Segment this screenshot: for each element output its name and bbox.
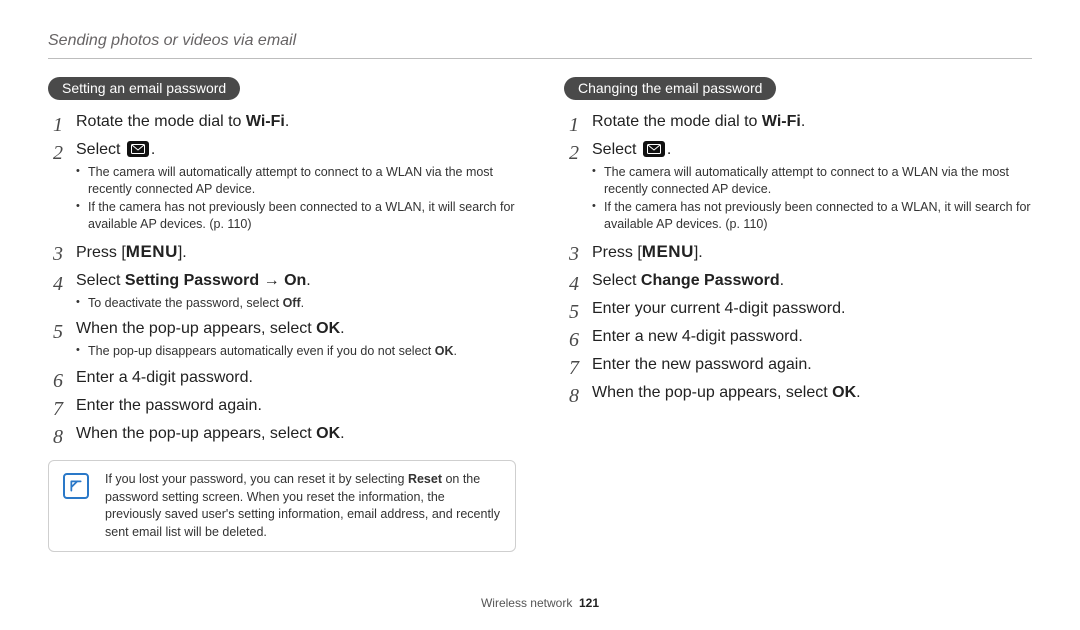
step4-sub1-bold: Off <box>283 296 301 310</box>
step5-bold: OK <box>316 320 340 337</box>
step5-pre: When the pop-up appears, select <box>76 320 316 337</box>
email-icon <box>127 141 149 157</box>
step5-sub1-post: . <box>454 344 457 358</box>
step3-pre: Press [ <box>76 244 126 261</box>
menu-button-label: MENU <box>642 242 694 261</box>
step8-bold: OK <box>316 425 340 442</box>
step2-text-pre: Select <box>592 141 641 158</box>
page-footer: Wireless network 121 <box>48 584 1032 610</box>
step4-pre: Select <box>76 272 125 289</box>
step-5: When the pop-up appears, select OK. The … <box>48 317 516 360</box>
step-2: Select . The camera will automatically a… <box>564 138 1032 233</box>
step-2: Select . The camera will automatically a… <box>48 138 516 233</box>
steps-list-right: Rotate the mode dial to Wi-Fi. Select . … <box>564 110 1032 405</box>
step8-post: . <box>340 425 344 442</box>
step4-bold: Setting Password → On <box>125 272 306 289</box>
step-6: Enter a new 4-digit password. <box>564 325 1032 349</box>
step4-post: . <box>780 272 784 289</box>
step1-text-post: . <box>801 113 805 130</box>
step4-sub1: To deactivate the password, select Off. <box>76 295 516 312</box>
step-6: Enter a 4-digit password. <box>48 366 516 390</box>
topic-pill-change-password: Changing the email password <box>564 77 776 100</box>
steps-list-left: Rotate the mode dial to Wi-Fi. Select . … <box>48 110 516 446</box>
step8-pre: When the pop-up appears, select <box>592 384 832 401</box>
footer-label: Wireless network <box>481 596 572 610</box>
step-8: When the pop-up appears, select OK. <box>48 422 516 446</box>
step-3: Press [MENU]. <box>48 239 516 265</box>
page-number: 121 <box>579 596 599 610</box>
step3-post: ]. <box>694 244 703 261</box>
step-8: When the pop-up appears, select OK. <box>564 381 1032 405</box>
step-4: Select Change Password. <box>564 269 1032 293</box>
step-1: Rotate the mode dial to Wi-Fi. <box>564 110 1032 134</box>
step4-sublist: To deactivate the password, select Off. <box>76 295 516 312</box>
step1-text-pre: Rotate the mode dial to <box>76 113 246 130</box>
step2-sub1: The camera will automatically attempt to… <box>592 164 1032 198</box>
note-bold: Reset <box>408 472 442 486</box>
step2-text-pre: Select <box>76 141 125 158</box>
step5-sub1: The pop-up disappears automatically even… <box>76 343 516 360</box>
email-icon <box>643 141 665 157</box>
step4-sub1-pre: To deactivate the password, select <box>88 296 283 310</box>
left-column: Setting an email password Rotate the mod… <box>48 77 516 584</box>
step4-bold: Change Password <box>641 272 780 289</box>
step2-sublist: The camera will automatically attempt to… <box>76 164 516 233</box>
info-note-text: If you lost your password, you can reset… <box>105 471 501 541</box>
step-3: Press [MENU]. <box>564 239 1032 265</box>
step-1: Rotate the mode dial to Wi-Fi. <box>48 110 516 134</box>
step4-post: . <box>306 272 310 289</box>
step4-pre: Select <box>592 272 641 289</box>
step8-post: . <box>856 384 860 401</box>
two-column-layout: Setting an email password Rotate the mod… <box>48 77 1032 584</box>
step8-pre: When the pop-up appears, select <box>76 425 316 442</box>
step-7: Enter the password again. <box>48 394 516 418</box>
step8-bold: OK <box>832 384 856 401</box>
section-header: Sending photos or videos via email <box>48 32 1032 59</box>
info-note-box: If you lost your password, you can reset… <box>48 460 516 552</box>
info-icon <box>63 473 89 499</box>
step2-text-post: . <box>667 141 671 158</box>
step3-pre: Press [ <box>592 244 642 261</box>
step1-text-pre: Rotate the mode dial to <box>592 113 762 130</box>
step2-text-post: . <box>151 141 155 158</box>
menu-button-label: MENU <box>126 242 178 261</box>
step2-sub2: If the camera has not previously been co… <box>76 199 516 233</box>
wifi-label: Wi-Fi <box>246 113 285 130</box>
step5-sublist: The pop-up disappears automatically even… <box>76 343 516 360</box>
wifi-label: Wi-Fi <box>762 113 801 130</box>
right-column: Changing the email password Rotate the m… <box>564 77 1032 584</box>
step2-sub2: If the camera has not previously been co… <box>592 199 1032 233</box>
step2-sublist: The camera will automatically attempt to… <box>592 164 1032 233</box>
step1-text-post: . <box>285 113 289 130</box>
step5-sub1-pre: The pop-up disappears automatically even… <box>88 344 435 358</box>
step-4: Select Setting Password → On. To deactiv… <box>48 269 516 312</box>
step3-post: ]. <box>178 244 187 261</box>
step2-sub1: The camera will automatically attempt to… <box>76 164 516 198</box>
topic-pill-set-password: Setting an email password <box>48 77 240 100</box>
step-7: Enter the new password again. <box>564 353 1032 377</box>
step5-sub1-bold: OK <box>435 344 454 358</box>
note-pre: If you lost your password, you can reset… <box>105 472 408 486</box>
page-body: Sending photos or videos via email Setti… <box>0 0 1080 630</box>
step4-sub1-post: . <box>301 296 304 310</box>
step5-post: . <box>340 320 344 337</box>
step-5: Enter your current 4-digit password. <box>564 297 1032 321</box>
